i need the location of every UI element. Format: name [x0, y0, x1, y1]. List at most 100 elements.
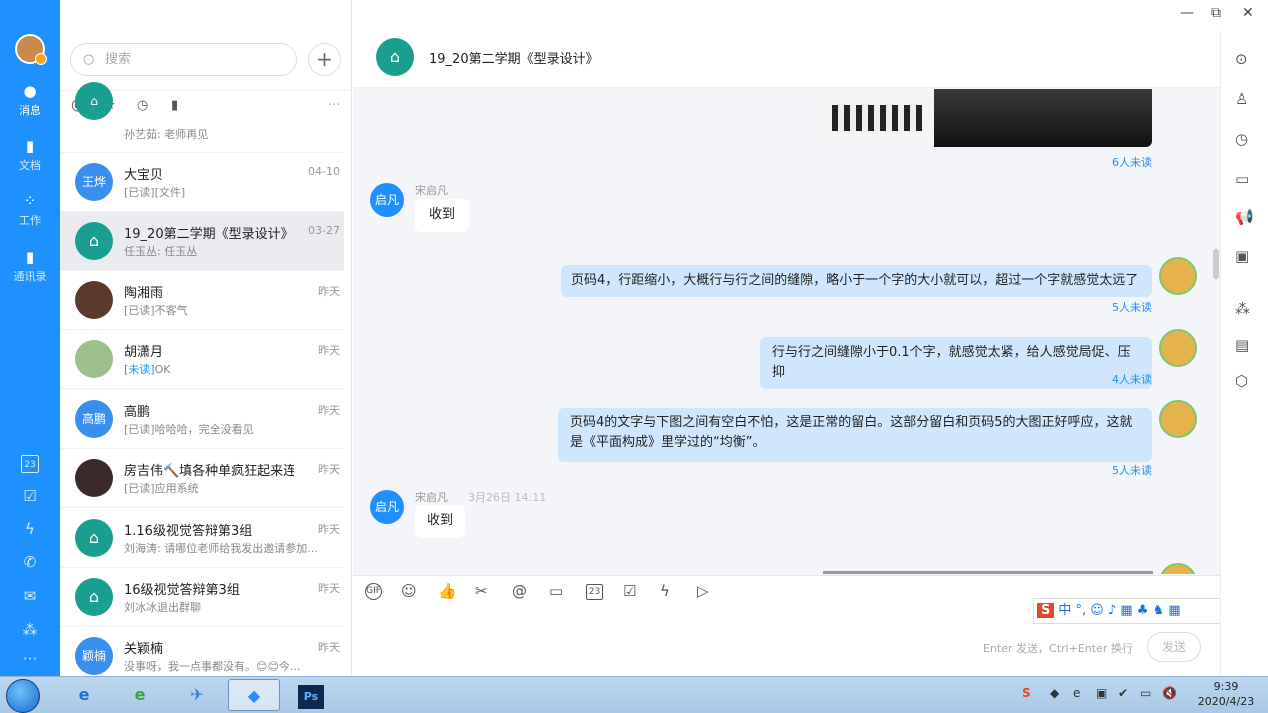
- os-taskbar: e e ✈ ◆ Ps S ◆ e ▣ ✔ ▭ 🔇 9:39 2020/4/23: [0, 676, 1268, 713]
- image-message[interactable]: [818, 89, 1152, 147]
- security-tray-icon[interactable]: ✔: [1118, 686, 1128, 700]
- conversation-item[interactable]: 王烨 大宝贝 [已读][文件] 04-10: [60, 153, 344, 212]
- message-bubble[interactable]: 收到: [415, 505, 466, 538]
- ie-icon[interactable]: e: [58, 679, 110, 711]
- message-bubble-mine[interactable]: 行与行之间缝隙小于0.1个字，就感觉太紧，给人感觉局促、压抑: [760, 337, 1152, 389]
- emoji-icon[interactable]: ☺: [401, 582, 417, 600]
- task-check-icon[interactable]: ☑: [623, 582, 636, 600]
- network-icon[interactable]: ⁂: [1235, 300, 1250, 318]
- nav-item-messages[interactable]: ● 消息: [0, 82, 60, 118]
- conversation-item[interactable]: ⌂ 孙艺茹: 老师再见: [60, 82, 344, 153]
- conversation-item[interactable]: 颖楠 关颖楠 没事呀，我一点事都没有。😊😊今... 昨天: [60, 627, 344, 676]
- message-bubble[interactable]: 收到: [415, 199, 470, 232]
- phone-icon[interactable]: ✆: [21, 553, 39, 571]
- tray-app-icon[interactable]: ▣: [1096, 686, 1107, 700]
- conversation-item[interactable]: 胡潇月 [未读]OK 昨天: [60, 330, 344, 389]
- message-scrollbar[interactable]: [1213, 249, 1219, 279]
- window-titlebar: — ⧉ ✕: [353, 0, 1268, 30]
- network-icon[interactable]: ⁂: [21, 621, 39, 639]
- conversation-message: 任玉丛: 任玉丛: [124, 245, 198, 258]
- nav-item-docs[interactable]: ▮ 文档: [0, 137, 60, 173]
- read-count[interactable]: 5人未读: [1112, 299, 1152, 315]
- conversation-item[interactable]: 陶湘雨 [已读]不客气 昨天: [60, 271, 344, 330]
- ps-logo: Ps: [298, 685, 324, 709]
- thumbs-up-icon[interactable]: 👍: [438, 582, 457, 600]
- conversation-item[interactable]: ⌂ 1.16级视觉答辩第3组 刘海涛: 请哪位老师给我发出邀请参加... 昨天: [60, 509, 344, 568]
- add-member-icon[interactable]: ♙: [1235, 90, 1248, 108]
- close-button[interactable]: ✕: [1242, 5, 1254, 21]
- search-input[interactable]: ○ 搜索: [70, 43, 297, 76]
- announcement-icon[interactable]: 📢: [1235, 208, 1254, 226]
- sogou-tray-icon[interactable]: S: [1022, 686, 1031, 700]
- network-tray-icon[interactable]: ▭: [1140, 686, 1151, 700]
- avatar[interactable]: 启凡: [370, 490, 404, 524]
- folder-icon[interactable]: ▭: [1235, 170, 1249, 188]
- ime-toolbar[interactable]: S中 °, ☺ ♪ ▦ ♣ ♞ ▦: [1033, 598, 1223, 624]
- group-avatar: ⌂: [376, 38, 414, 76]
- nav-item-work[interactable]: ⁘ 工作: [0, 192, 60, 228]
- lightning-icon[interactable]: ϟ: [660, 582, 670, 600]
- dingtalk-tray-icon[interactable]: ◆: [1050, 686, 1059, 700]
- feishu-icon[interactable]: ✈: [171, 679, 223, 711]
- search-placeholder: 搜索: [105, 52, 132, 67]
- live-icon[interactable]: ▣: [1235, 247, 1249, 265]
- conversation-item[interactable]: 高鹏 高鹏 [已读]哈哈哈，完全没看见 昨天: [60, 390, 344, 449]
- conversation-time: 昨天: [318, 285, 340, 298]
- conversation-item[interactable]: 房吉伟🔨填各种单疯狂起来连觉... [已读]应用系统 昨天: [60, 449, 344, 508]
- chat-header: ⌂ 19_20第二学期《型录设计》: [353, 30, 1220, 88]
- image-photo: [934, 89, 1152, 147]
- image-thumbnail: [818, 89, 934, 147]
- cube-add-icon[interactable]: ⬡: [1235, 372, 1248, 390]
- calendar-icon[interactable]: 23: [586, 584, 603, 600]
- task-check-icon[interactable]: ☑: [21, 487, 39, 505]
- more-icon[interactable]: ⊙: [1235, 50, 1248, 68]
- conversation-message: [已读]不客气: [124, 304, 188, 317]
- history-icon[interactable]: ◷: [1235, 130, 1248, 148]
- group-avatar: ⌂: [75, 519, 113, 557]
- read-count[interactable]: 6人未读: [1112, 154, 1152, 170]
- sender-name: 宋启凡: [415, 184, 448, 197]
- read-count[interactable]: 4人未读: [1112, 371, 1152, 387]
- my-avatar[interactable]: [1159, 400, 1197, 438]
- send-hint: Enter 发送，Ctrl+Enter 换行: [983, 642, 1133, 655]
- system-clock[interactable]: 9:39 2020/4/23: [1190, 679, 1262, 709]
- calendar-icon[interactable]: 23: [21, 455, 39, 473]
- nav-item-contacts[interactable]: ▮ 通讯录: [0, 248, 60, 284]
- notebook-icon[interactable]: ▤: [1235, 336, 1249, 354]
- my-avatar[interactable]: [15, 34, 47, 65]
- read-count[interactable]: 5人未读: [1112, 462, 1152, 478]
- my-avatar[interactable]: [1159, 329, 1197, 367]
- avatar[interactable]: 启凡: [370, 183, 404, 217]
- scissors-icon[interactable]: ✂: [475, 582, 488, 600]
- message-bubble-mine[interactable]: 页码4的文字与下图之间有空白不怕，这是正常的留白。这部分留白和页码5的大图正好呼…: [558, 408, 1152, 462]
- browser-tray-icon[interactable]: e: [1073, 686, 1080, 700]
- send-button[interactable]: 发送: [1147, 632, 1201, 662]
- gif-icon[interactable]: GIF: [365, 583, 382, 600]
- nav-item-label: 消息: [19, 104, 41, 117]
- video-icon[interactable]: ▷: [697, 582, 709, 600]
- conversation-time: 昨天: [318, 344, 340, 357]
- conversation-item[interactable]: ⌂ 16级视觉答辩第3组 刘冰冰退出群聊 昨天: [60, 568, 344, 627]
- conversation-time: 昨天: [318, 641, 340, 654]
- more-icon[interactable]: ···: [21, 650, 39, 668]
- folder-icon[interactable]: ▭: [549, 582, 563, 600]
- restore-button[interactable]: ⧉: [1211, 5, 1221, 21]
- at-icon[interactable]: @: [512, 582, 527, 600]
- mail-icon[interactable]: ✉: [21, 587, 39, 605]
- message-list: 6人未读 启凡 宋启凡 收到 页码4，行距缩小，大概行与行之间的缝隙，略小于一个…: [353, 89, 1220, 574]
- lightning-icon[interactable]: ϟ: [21, 520, 39, 538]
- browser-360-icon[interactable]: e: [114, 679, 166, 711]
- photoshop-icon[interactable]: Ps: [285, 679, 337, 711]
- minimize-button[interactable]: —: [1180, 5, 1194, 21]
- volume-icon[interactable]: 🔇: [1162, 686, 1177, 700]
- group-avatar: ⌂: [75, 578, 113, 616]
- message-bubble-mine[interactable]: 页码4，行距缩小，大概行与行之间的缝隙，略小于一个字的大小就可以，超过一个字就感…: [561, 265, 1152, 297]
- message-input[interactable]: S中 °, ☺ ♪ ▦ ♣ ♞ ▦ Enter 发送，Ctrl+Enter 换行…: [353, 598, 1223, 676]
- my-avatar[interactable]: [1159, 563, 1197, 574]
- add-button[interactable]: +: [308, 43, 341, 76]
- start-button[interactable]: [6, 679, 40, 713]
- conversation-item-selected[interactable]: ⌂ 19_20第二学期《型录设计》 任玉丛: 任玉丛 03-27: [60, 212, 344, 271]
- my-avatar[interactable]: [1159, 257, 1197, 295]
- dingtalk-icon[interactable]: ◆: [228, 679, 280, 711]
- nav-item-label: 文档: [19, 159, 41, 172]
